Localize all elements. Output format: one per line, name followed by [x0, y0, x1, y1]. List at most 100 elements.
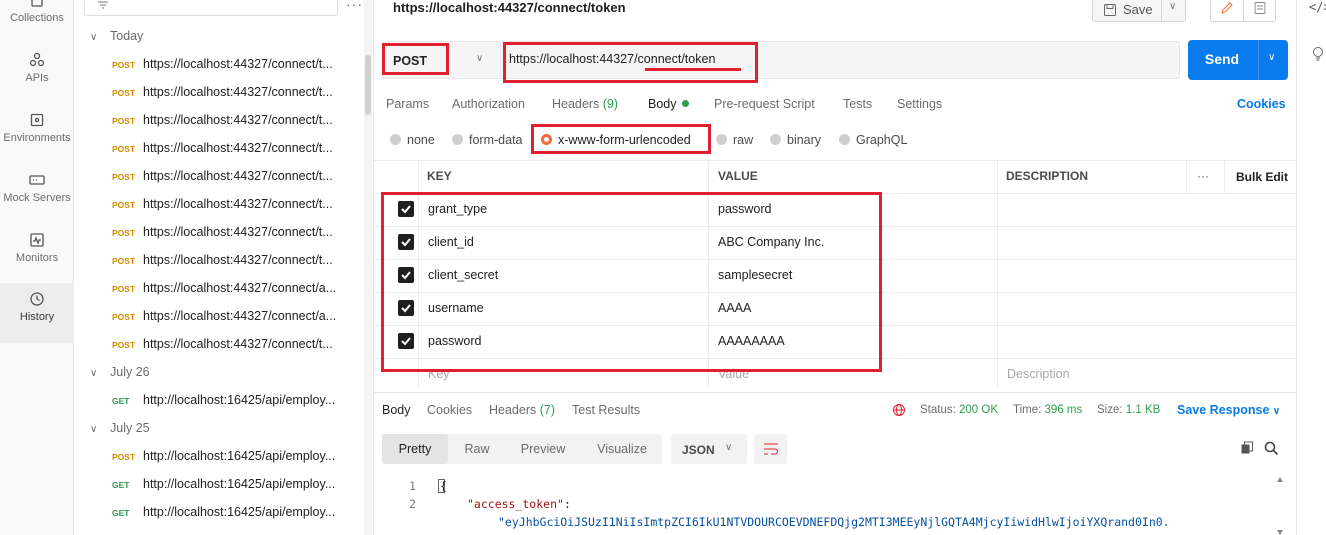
rail-item-environments[interactable]: Environments: [0, 112, 74, 172]
param-value[interactable]: samplesecret: [718, 268, 792, 282]
param-checkbox[interactable]: [398, 333, 414, 349]
body-type-form-data[interactable]: form-data: [452, 133, 523, 147]
new-description-input[interactable]: Description: [1007, 367, 1070, 381]
view-preview[interactable]: Preview: [510, 434, 576, 464]
tab-authorization[interactable]: Authorization: [452, 97, 525, 111]
response-tab-body[interactable]: Body: [382, 403, 411, 417]
param-key[interactable]: client_id: [428, 235, 474, 249]
copy-icon[interactable]: [1240, 441, 1254, 455]
save-response-button[interactable]: Save Response ∨: [1177, 403, 1280, 417]
tab-tests[interactable]: Tests: [843, 97, 872, 111]
tab-body[interactable]: Body: [648, 97, 689, 111]
method-badge: POST: [112, 256, 136, 266]
send-button[interactable]: Send ∨: [1188, 40, 1288, 80]
response-tab-headers[interactable]: Headers (7): [489, 403, 555, 417]
code-line-1[interactable]: {: [440, 479, 447, 493]
rail-item-mock-servers[interactable]: Mock Servers: [0, 172, 74, 232]
body-type-urlencoded[interactable]: x-www-form-urlencoded: [541, 133, 691, 147]
param-key[interactable]: password: [428, 334, 482, 348]
history-item[interactable]: POST https://localhost:44327/connect/t...: [74, 50, 364, 78]
new-value-input[interactable]: Value: [718, 367, 749, 381]
history-group-july-26[interactable]: ∨ July 26: [74, 358, 364, 386]
table-more-icon[interactable]: ···: [1197, 169, 1209, 183]
sidebar-scrollbar[interactable]: [364, 0, 372, 535]
rail-item-history[interactable]: History: [0, 283, 74, 343]
tab-params[interactable]: Params: [386, 97, 429, 111]
param-checkbox[interactable]: [398, 234, 414, 250]
history-item[interactable]: POST https://localhost:44327/connect/t...: [74, 78, 364, 106]
history-item[interactable]: GET http://localhost:16425/api/employ...: [74, 386, 364, 414]
view-pretty[interactable]: Pretty: [382, 434, 448, 464]
cookies-link[interactable]: Cookies: [1237, 97, 1286, 111]
code-line-2[interactable]: "access_token":: [467, 497, 571, 511]
access-token-value[interactable]: "eyJhbGciOiJSUzI1NiIsImtpZCI6IkU1NTVDOUR…: [498, 515, 1170, 529]
time-value: 396 ms: [1044, 404, 1083, 416]
request-title[interactable]: https://localhost:44327/connect/token: [393, 0, 626, 15]
response-tab-test-results[interactable]: Test Results: [572, 403, 640, 417]
response-scrollbar[interactable]: [1277, 477, 1283, 535]
documentation-mode-button[interactable]: [1244, 0, 1276, 21]
edit-mode-button[interactable]: [1211, 0, 1244, 21]
response-tab-cookies[interactable]: Cookies: [427, 403, 472, 417]
history-item[interactable]: POST https://localhost:44327/connect/t...: [74, 330, 364, 358]
lightbulb-icon[interactable]: [1311, 46, 1325, 62]
bulk-edit-button[interactable]: Bulk Edit: [1236, 170, 1288, 184]
param-key[interactable]: grant_type: [428, 202, 487, 216]
history-item[interactable]: POST https://localhost:44327/connect/t...: [74, 162, 364, 190]
body-type-binary[interactable]: binary: [770, 133, 821, 147]
param-value[interactable]: password: [718, 202, 772, 216]
document-icon: [1254, 2, 1266, 14]
save-label: Save: [1123, 2, 1153, 17]
param-value[interactable]: AAAAAAAA: [718, 334, 785, 348]
wrap-lines-button[interactable]: [754, 434, 787, 464]
view-raw[interactable]: Raw: [452, 434, 502, 464]
format-select[interactable]: JSON ∨: [671, 434, 747, 464]
save-button[interactable]: Save ∨: [1092, 0, 1186, 22]
history-item[interactable]: POST http://localhost:16425/api/employ...: [74, 442, 364, 470]
param-value[interactable]: AAAA: [718, 301, 751, 315]
view-visualize[interactable]: Visualize: [586, 434, 658, 464]
param-key[interactable]: client_secret: [428, 268, 498, 282]
sidebar-more-icon[interactable]: ···: [346, 0, 363, 12]
tab-headers[interactable]: Headers (9): [552, 97, 618, 111]
history-item[interactable]: POST https://localhost:44327/connect/a...: [74, 274, 364, 302]
history-item[interactable]: POST https://localhost:44327/connect/t...: [74, 106, 364, 134]
tab-settings[interactable]: Settings: [897, 97, 942, 111]
param-checkbox[interactable]: [398, 267, 414, 283]
size-readout[interactable]: Size: 1.1 KB: [1097, 404, 1160, 416]
chevron-down-icon[interactable]: ∨: [1268, 52, 1275, 63]
history-item[interactable]: GET http://localhost:16425/api/employ...: [74, 470, 364, 498]
format-label: JSON: [682, 443, 715, 457]
param-checkbox[interactable]: [398, 201, 414, 217]
new-key-input[interactable]: Key: [428, 367, 450, 381]
param-value[interactable]: ABC Company Inc.: [718, 235, 824, 249]
code-snippet-icon[interactable]: </>: [1309, 0, 1326, 14]
history-filter[interactable]: [84, 0, 338, 16]
url-input[interactable]: https://localhost:44327/connect/token: [509, 52, 715, 66]
rail-item-collections[interactable]: Collections: [0, 0, 74, 52]
history-item[interactable]: POST https://localhost:44327/connect/t...: [74, 190, 364, 218]
body-type-none[interactable]: none: [390, 133, 435, 147]
radio-icon: [770, 134, 781, 145]
method-select[interactable]: POST ∨: [383, 42, 501, 78]
history-item[interactable]: POST https://localhost:44327/connect/t...: [74, 134, 364, 162]
history-item[interactable]: POST https://localhost:44327/connect/a...: [74, 302, 364, 330]
history-item[interactable]: POST https://localhost:44327/connect/t...: [74, 246, 364, 274]
param-checkbox[interactable]: [398, 300, 414, 316]
globe-icon[interactable]: [892, 403, 906, 417]
history-group-july-25[interactable]: ∨ July 25: [74, 414, 364, 442]
method-badge: POST: [112, 116, 136, 126]
body-type-raw[interactable]: raw: [716, 133, 753, 147]
param-key[interactable]: username: [428, 301, 484, 315]
scrollbar-thumb[interactable]: [365, 55, 371, 115]
rail-item-apis[interactable]: APIs: [0, 52, 74, 112]
history-item[interactable]: POST https://localhost:44327/connect/t...: [74, 218, 364, 246]
tab-pre-request-script[interactable]: Pre-request Script: [714, 97, 815, 111]
body-type-graphql[interactable]: GraphQL: [839, 133, 907, 147]
history-group-today[interactable]: ∨ Today: [74, 22, 364, 50]
history-item[interactable]: GET http://localhost:16425/api/employ...: [74, 498, 364, 526]
size-label: Size:: [1097, 404, 1123, 416]
search-icon[interactable]: [1264, 441, 1279, 456]
chevron-down-icon[interactable]: ∨: [1169, 1, 1176, 12]
time-readout[interactable]: Time: 396 ms: [1013, 404, 1082, 416]
